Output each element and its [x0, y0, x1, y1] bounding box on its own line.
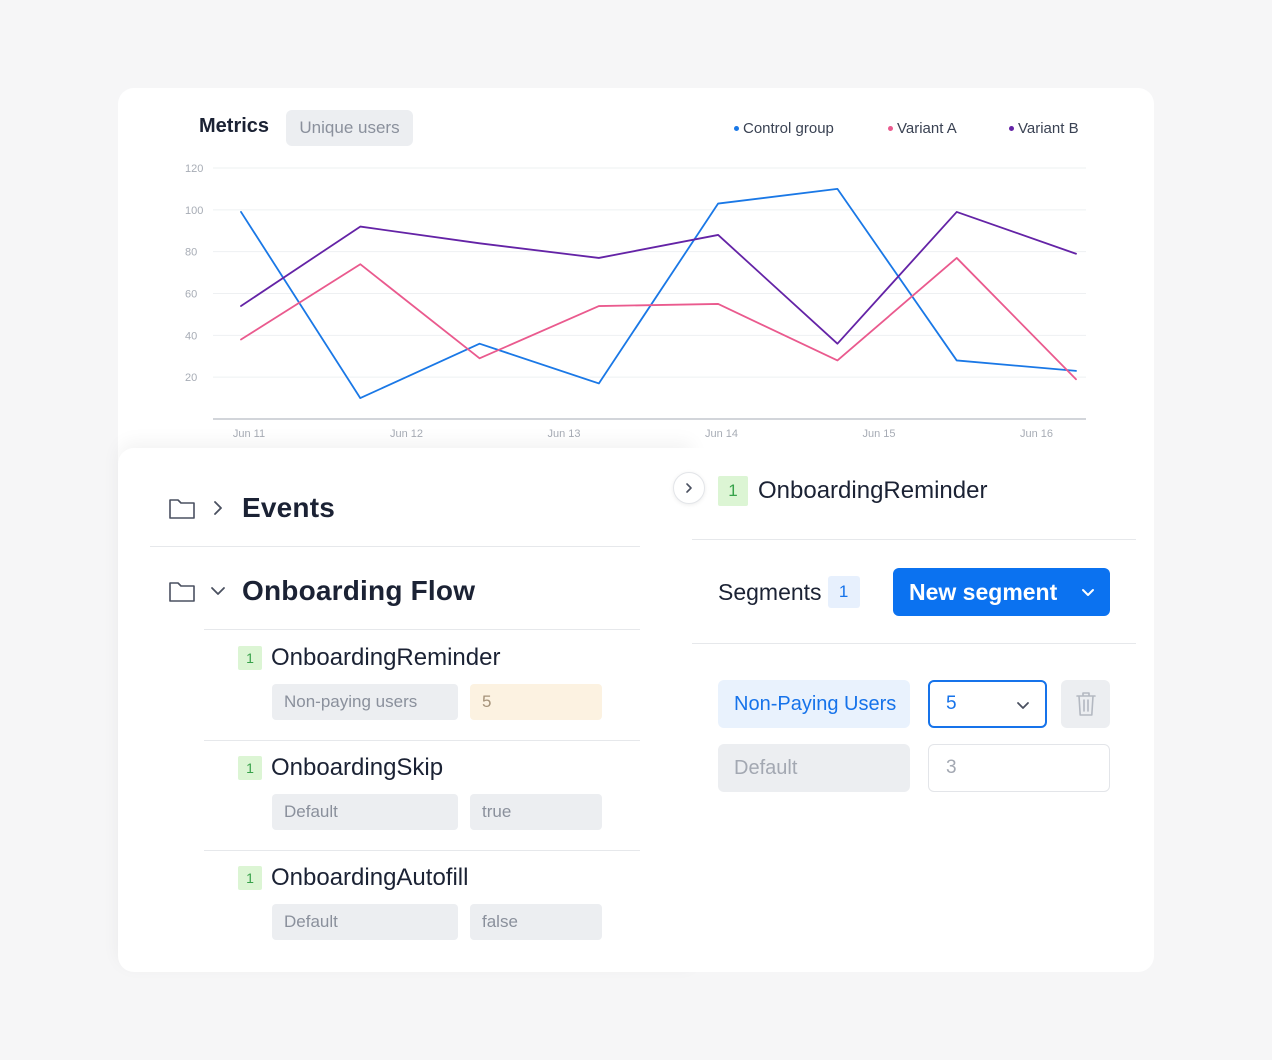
tree-item-onboarding-autofill[interactable]: 1 OnboardingAutofill Default false	[238, 864, 638, 940]
metrics-chart: 20 40 60 80 100 120 Jun 11 Jun 12 Jun 13 Jun 14 Ju…	[185, 163, 1086, 440]
new-segment-button[interactable]: New segment	[893, 568, 1110, 616]
divider	[204, 629, 640, 630]
segment-chip-non-paying[interactable]: Non-Paying Users	[718, 680, 910, 728]
trash-icon	[1075, 692, 1096, 716]
count-badge: 1	[238, 756, 262, 780]
metric-selector[interactable]: Unique users	[286, 110, 413, 146]
divider	[204, 740, 640, 741]
count-badge: 1	[718, 476, 748, 506]
segment-chip: Default	[272, 904, 458, 940]
item-name: OnboardingSkip	[271, 754, 444, 781]
detail-title: OnboardingReminder	[758, 477, 988, 504]
group-label: Events	[242, 492, 336, 523]
chevron-down-icon	[1017, 702, 1029, 709]
y-tick-label: 20	[185, 372, 197, 384]
y-tick-label: 100	[185, 205, 203, 217]
delete-segment-button[interactable]	[1061, 680, 1110, 728]
x-tick-label: Jun 11	[233, 428, 265, 440]
segment-chip: Default	[272, 794, 458, 830]
x-tick-label: Jun 15	[862, 428, 895, 440]
segment-chip: Non-paying users	[272, 684, 458, 720]
legend-variant-b[interactable]: Variant B	[1009, 120, 1079, 137]
tree-item-onboarding-reminder[interactable]: 1 OnboardingReminder Non-paying users 5	[238, 644, 638, 720]
chevron-down-icon	[1082, 589, 1094, 596]
y-tick-label: 40	[185, 330, 197, 342]
group-onboarding-flow[interactable]: Onboarding Flow	[168, 575, 475, 607]
divider	[204, 850, 640, 851]
legend-dot-icon	[888, 126, 893, 131]
app-frame: 20 40 60 80 100 120 Jun 11 Jun 12 Jun 13 Jun 14 Ju…	[0, 0, 1272, 1060]
y-tick-label: 80	[185, 247, 197, 259]
tree-item-onboarding-skip[interactable]: 1 OnboardingSkip Default true	[238, 754, 638, 830]
divider	[692, 643, 1136, 644]
segments-label: Segments	[718, 578, 822, 605]
x-tick-label: Jun 16	[1020, 428, 1053, 440]
detail-header: 1 OnboardingReminder	[718, 476, 987, 506]
collapse-toggle-button[interactable]	[673, 472, 705, 504]
divider	[150, 546, 640, 547]
value-chip: false	[470, 904, 602, 940]
chevron-down-icon[interactable]	[210, 583, 226, 599]
x-tick-label: Jun 13	[547, 428, 580, 440]
legend-variant-a[interactable]: Variant A	[888, 120, 957, 137]
value-chip: true	[470, 794, 602, 830]
item-name: OnboardingReminder	[271, 644, 501, 671]
x-tick-label: Jun 12	[390, 428, 423, 440]
chevron-right-icon	[686, 483, 692, 493]
metrics-title: Metrics	[199, 115, 270, 137]
item-name: OnboardingAutofill	[271, 864, 469, 891]
segments-header: Segments 1	[718, 568, 860, 616]
legend-label: Variant B	[1018, 120, 1079, 137]
metrics-card: 20 40 60 80 100 120 Jun 11 Jun 12 Jun 13 Jun 14 Ju…	[118, 88, 1154, 508]
divider	[692, 539, 1136, 540]
y-tick-label: 60	[185, 289, 197, 301]
detail-panel: 1 OnboardingReminder Segments 1 New segm…	[692, 448, 1154, 972]
count-badge: 1	[238, 866, 262, 890]
legend-label: Control group	[743, 120, 834, 137]
new-segment-label: New segment	[909, 578, 1058, 605]
y-tick-label: 120	[185, 163, 203, 175]
segment-chip-default[interactable]: Default	[718, 744, 910, 792]
value-chip: 5	[470, 684, 602, 720]
legend-label: Variant A	[897, 120, 957, 137]
folder-icon	[169, 582, 195, 602]
group-label: Onboarding Flow	[242, 575, 476, 606]
count-badge: 1	[238, 646, 262, 670]
group-events[interactable]: Events	[168, 492, 335, 524]
feature-tree-panel: Events Onboarding Flow 1 OnboardingRemin…	[118, 448, 692, 972]
x-tick-label: Jun 14	[705, 428, 738, 440]
legend-dot-icon	[734, 126, 739, 131]
series-line-2	[240, 211, 1077, 345]
legend-control-group[interactable]: Control group	[734, 120, 834, 137]
segments-count-badge: 1	[827, 576, 860, 608]
value-select[interactable]: 5	[928, 680, 1047, 728]
legend-dot-icon	[1009, 126, 1014, 131]
chevron-right-icon[interactable]	[210, 500, 226, 516]
value-input-default[interactable]: 3	[928, 744, 1110, 792]
value-select-text: 5	[946, 693, 957, 714]
folder-icon	[169, 499, 195, 519]
series-line-1	[240, 257, 1077, 381]
